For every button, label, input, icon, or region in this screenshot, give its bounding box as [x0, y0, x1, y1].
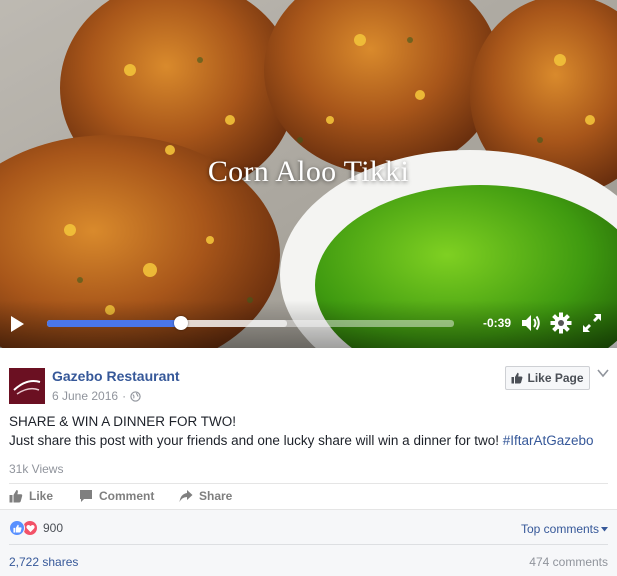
progress-played — [47, 320, 182, 327]
settings-icon[interactable] — [550, 312, 572, 334]
chevron-down-icon[interactable] — [597, 368, 609, 378]
video-player[interactable]: Corn Aloo Tikki -0:39 — [0, 0, 617, 348]
play-icon[interactable] — [8, 315, 26, 333]
meta-separator: · — [122, 389, 127, 403]
action-bar: Like Comment Share — [0, 486, 617, 508]
gazebo-logo-icon — [9, 368, 45, 404]
reaction-count: 900 — [43, 521, 64, 535]
share-button[interactable]: Share — [179, 489, 232, 503]
post-meta: 6 June 2016 · — [52, 389, 141, 403]
post-message-line2: Just share this post with your friends a… — [9, 431, 609, 450]
comment-label: Comment — [99, 489, 155, 503]
thumbs-up-icon — [9, 490, 23, 503]
shares-link[interactable]: 2,722 shares — [9, 555, 78, 569]
comment-button[interactable]: Comment — [79, 489, 154, 503]
post-footer: 900 Top comments 2,722 shares 474 commen… — [0, 509, 617, 576]
reactions-summary[interactable]: 900 — [9, 520, 63, 536]
post-date[interactable]: 6 June 2016 — [52, 389, 118, 403]
hashtag-link[interactable]: #IftarAtGazebo — [503, 433, 594, 448]
top-comments-dropdown[interactable]: Top comments — [521, 522, 608, 536]
page-avatar[interactable] — [9, 368, 45, 404]
post-message-line1: SHARE & WIN A DINNER FOR TWO! — [9, 414, 237, 429]
post-message-body: Just share this post with your friends a… — [9, 433, 499, 448]
progress-handle[interactable] — [174, 316, 189, 330]
divider — [9, 544, 608, 545]
time-remaining: -0:39 — [483, 316, 512, 330]
globe-icon — [130, 390, 141, 402]
volume-icon[interactable] — [520, 312, 542, 334]
post-header: Gazebo Restaurant 6 June 2016 · Like Pag… — [0, 348, 617, 408]
video-title: Corn Aloo Tikki — [207, 155, 410, 188]
like-page-button[interactable]: Like Page — [505, 366, 590, 390]
like-label: Like — [29, 489, 54, 503]
post-message: SHARE & WIN A DINNER FOR TWO! Just share… — [9, 412, 609, 450]
caret-down-icon — [601, 526, 608, 531]
comments-count-link[interactable]: 474 comments — [529, 555, 608, 569]
divider — [9, 483, 608, 484]
comment-icon — [80, 490, 92, 502]
top-comments-label: Top comments — [520, 522, 599, 536]
like-page-label: Like Page — [527, 371, 584, 385]
share-label: Share — [199, 489, 233, 503]
thumbs-up-icon — [511, 372, 523, 384]
video-progress-bar[interactable] — [47, 316, 454, 330]
video-controls: -0:39 — [0, 300, 617, 348]
view-count: 31k Views — [9, 462, 64, 476]
fullscreen-icon[interactable] — [582, 313, 602, 333]
like-button[interactable]: Like — [9, 489, 53, 503]
share-arrow-icon — [179, 490, 193, 502]
page-name-link[interactable]: Gazebo Restaurant — [52, 368, 180, 384]
like-reaction-icon — [9, 520, 25, 536]
